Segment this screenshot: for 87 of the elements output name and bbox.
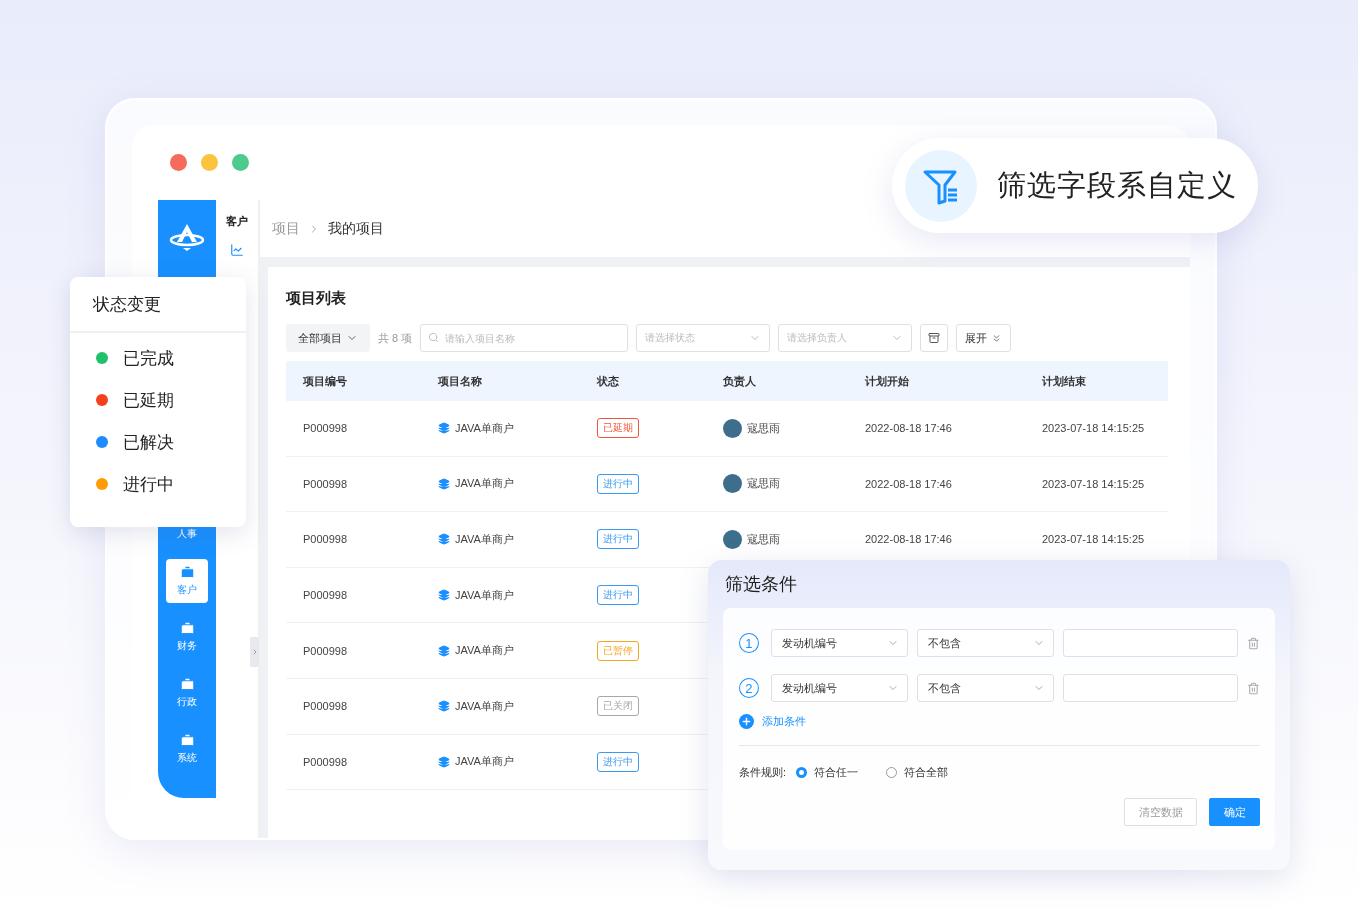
radio-label[interactable]: 符合全部 — [904, 765, 949, 780]
status-option[interactable]: 已解决 — [123, 430, 174, 454]
owner-name: 寇思雨 — [747, 420, 780, 436]
feature-title: 筛选字段系自定义 — [997, 167, 1237, 203]
project-name: JAVA单商户 — [455, 754, 514, 770]
table-cell-text: 2023-07-18 14:15:25 — [1042, 477, 1146, 490]
table-cell-text: P000998 — [303, 422, 349, 435]
field-select[interactable]: 发动机编号 — [770, 629, 908, 657]
project-name: JAVA单商户 — [455, 420, 514, 436]
box-icon — [928, 332, 941, 344]
rule-label: 条件规则: — [739, 765, 787, 780]
status-option[interactable]: 进行中 — [123, 472, 174, 496]
layers-icon — [438, 644, 450, 657]
field-select[interactable]: 发动机编号 — [770, 674, 908, 702]
radio-label[interactable]: 符合任一 — [814, 765, 859, 780]
project-name: JAVA单商户 — [455, 698, 514, 714]
avatar — [723, 530, 742, 549]
table-cell-text: P000998 — [303, 700, 349, 713]
table-cell-text: P000998 — [303, 644, 349, 657]
owner-name: 寇思雨 — [747, 476, 780, 492]
table-cell-text: P000998 — [303, 755, 349, 768]
table-cell-text: 2023-07-18 14:15:25 — [1042, 422, 1146, 435]
layers-icon — [438, 700, 450, 713]
status-tag: 进行中 — [597, 585, 639, 606]
layers-icon — [438, 589, 450, 602]
briefcase-icon — [179, 565, 195, 580]
status-tag: 已关闭 — [597, 696, 639, 717]
status-tag: 已延期 — [597, 418, 639, 439]
project-name: JAVA单商户 — [455, 587, 514, 603]
panel-title: 筛选条件 — [724, 573, 798, 596]
scope-dropdown[interactable]: 全部项目 — [286, 324, 370, 352]
delete-icon[interactable] — [1247, 681, 1260, 695]
submenu-title: 客户 — [226, 214, 248, 229]
radio-button[interactable] — [886, 767, 898, 778]
operator-select[interactable]: 不包含 — [916, 629, 1055, 657]
table-cell-text: 2022-08-18 17:46 — [865, 422, 953, 435]
menu-title: 状态变更 — [70, 277, 246, 333]
column-header: 计划开始 — [865, 373, 910, 389]
maximize-dot-icon[interactable] — [232, 154, 249, 171]
plus-icon — [739, 714, 754, 729]
search-icon — [428, 332, 440, 343]
table-cell-text: 2022-08-18 17:46 — [865, 533, 953, 546]
radio-button[interactable] — [796, 767, 808, 778]
minimize-dot-icon[interactable] — [201, 154, 218, 171]
status-tag: 进行中 — [597, 473, 639, 494]
logo-icon — [169, 222, 205, 252]
column-header: 状态 — [597, 373, 620, 389]
expand-button[interactable]: 展开 — [956, 324, 1012, 352]
status-option[interactable]: 已完成 — [123, 346, 174, 370]
project-name: JAVA单商户 — [455, 643, 514, 659]
operator-select[interactable]: 不包含 — [916, 674, 1055, 702]
column-header: 负责人 — [723, 373, 757, 389]
chart-icon[interactable] — [230, 243, 244, 257]
close-dot-icon[interactable] — [170, 154, 187, 171]
avatar — [723, 474, 742, 494]
layers-icon — [438, 755, 450, 768]
layers-icon — [438, 422, 450, 435]
item-count: 共 8 项 — [378, 330, 413, 346]
avatar — [723, 418, 742, 438]
basket-button[interactable] — [920, 324, 949, 352]
table-cell-text: 2022-08-18 17:46 — [865, 477, 953, 490]
column-header: 项目编号 — [303, 373, 348, 389]
briefcase-icon — [179, 733, 195, 748]
status-option[interactable]: 已延期 — [123, 388, 174, 412]
briefcase-icon — [179, 621, 195, 636]
collapse-handle[interactable] — [250, 637, 259, 667]
value-input[interactable] — [1063, 629, 1239, 657]
layers-icon — [438, 533, 450, 546]
column-header: 项目名称 — [438, 373, 483, 389]
breadcrumb-link[interactable]: 我的项目 — [328, 219, 384, 238]
table-cell-text: 2023-07-18 14:15:25 — [1042, 533, 1146, 546]
value-input[interactable] — [1063, 674, 1239, 702]
page-title: 项目列表 — [286, 289, 347, 308]
status-tag: 进行中 — [597, 751, 639, 772]
table-cell-text: P000998 — [303, 589, 349, 602]
owner-name: 寇思雨 — [747, 532, 780, 547]
column-header: 计划结束 — [1042, 373, 1087, 389]
table-cell-text: P000998 — [303, 533, 349, 546]
delete-icon[interactable] — [1247, 636, 1260, 650]
status-tag: 已暂停 — [597, 640, 639, 661]
layers-icon — [438, 477, 450, 490]
status-tag: 进行中 — [597, 529, 639, 550]
project-name: JAVA单商户 — [455, 532, 514, 547]
briefcase-icon — [179, 677, 195, 692]
table-cell-text: P000998 — [303, 477, 349, 490]
project-name: JAVA单商户 — [455, 476, 514, 492]
search-field[interactable]: 请输入项目名称 — [420, 324, 629, 352]
